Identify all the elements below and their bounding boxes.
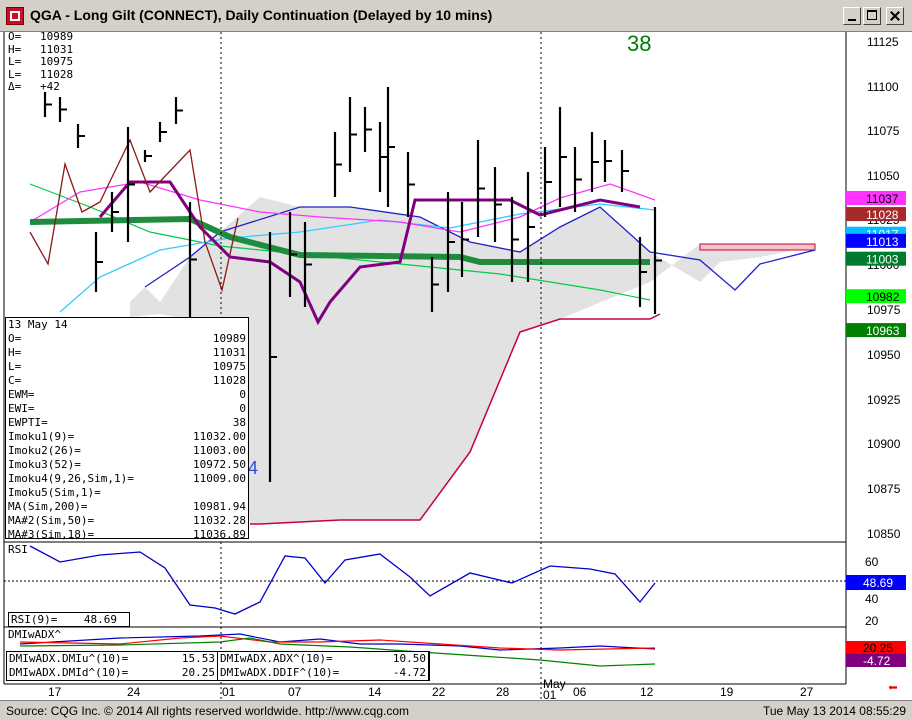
date-label: 07 [288, 685, 302, 699]
price-tag: 10963 [866, 324, 900, 338]
scroll-left-arrow-icon[interactable]: ⬅ [888, 680, 898, 696]
data-window-row: Imoku5(Sim,1)= [8, 486, 101, 499]
date-label: 01 [222, 685, 236, 699]
dmi-tag: -4.72 [863, 654, 891, 668]
data-window-row: Imoku2(26)= 11003.00 [8, 444, 246, 457]
date-label: 06 [573, 685, 587, 699]
app-icon [6, 7, 24, 25]
data-window-row: EWM= 0 [8, 388, 246, 401]
data-window-row: Imoku1(9)= 11032.00 [8, 430, 246, 443]
data-window-row: O= 10989 [8, 332, 246, 345]
data-window-row: MA#2(Sim,50)= 11032.28 [8, 514, 246, 527]
data-window-row: Imoku3(52)= 10972.50 [8, 458, 246, 471]
dmi-tag: 20.25 [863, 641, 893, 655]
data-window-row: L= 10975 [8, 360, 246, 373]
minimize-button[interactable] [843, 7, 861, 25]
dmi-values-box: DMIwADX.DMIu^(10)= 15.53 DMIwADX.ADX^(10)… [6, 651, 430, 681]
date-label: 27 [800, 685, 814, 699]
data-window-row: Imoku4(9,26,Sim,1)= 11009.00 [8, 472, 246, 485]
rsi-tag: 48.69 [863, 576, 893, 590]
data-window-row: MA(Sim,200)= 10981.94 [8, 500, 246, 513]
rsi-tick: 60 [865, 555, 879, 569]
price-tick: 10925 [867, 393, 901, 407]
title-bar: QGA - Long Gilt (CONNECT), Daily Continu… [0, 0, 912, 32]
rsi-value-box: RSI(9)= 48.69 [8, 612, 130, 627]
ohlc-readout: O= 10989 H= 11031 L= 10975 L= 11028 Δ= +42 [8, 30, 74, 93]
price-tick: 10900 [867, 437, 901, 451]
date-label: 28 [496, 685, 510, 699]
window-title: QGA - Long Gilt (CONNECT), Daily Continu… [30, 7, 493, 23]
date-label: 22 [432, 685, 446, 699]
price-tag: 11037 [866, 192, 899, 206]
price-tag: 11013 [866, 235, 899, 249]
price-tick: 11050 [867, 169, 900, 183]
status-source: Source: CQG Inc. © 2014 All rights reser… [6, 704, 410, 718]
data-window-date: 13 May 14 [8, 318, 68, 331]
ewpti-number: 38 [627, 31, 652, 56]
date-label: 01 [543, 688, 557, 700]
date-label: 17 [48, 685, 62, 699]
price-tag: 10982 [866, 290, 900, 304]
price-tick: 11075 [867, 124, 900, 138]
price-tag: 11003 [866, 253, 899, 267]
cloud-forward [699, 243, 816, 251]
rsi-line [29, 545, 656, 615]
price-tick: 11125 [867, 35, 899, 49]
dmi-title: DMIwADX^ [8, 628, 61, 641]
data-window-row: C= 11028 [8, 374, 246, 387]
rsi-tick: 20 [865, 614, 879, 628]
rsi-tick: 40 [865, 592, 879, 606]
price-tag: 11028 [866, 208, 899, 222]
date-label: 14 [368, 685, 382, 699]
price-tick: 10950 [867, 348, 901, 362]
rsi-title: RSI [8, 543, 28, 556]
data-window-row: EWPTI= 38 [8, 416, 246, 429]
data-window-row: MA#3(Sim,18)= 11036.89 [8, 528, 246, 541]
date-label: 24 [127, 685, 141, 699]
data-window-row: EWI= 0 [8, 402, 246, 415]
status-bar: Source: CQG Inc. © 2014 All rights reser… [0, 700, 912, 720]
price-tick: 10850 [867, 527, 901, 541]
close-button[interactable] [886, 7, 904, 25]
data-window-row: H= 11031 [8, 346, 246, 359]
data-window[interactable]: 13 May 14 O= 10989 H= 11031 L= 10975 C= 11028 EW… [5, 317, 249, 541]
price-tick: 11100 [867, 80, 899, 94]
date-label: 19 [720, 685, 734, 699]
maximize-button[interactable] [863, 7, 881, 25]
status-timestamp: Tue May 13 2014 08:55:29 [763, 704, 906, 718]
price-tick: 10875 [867, 482, 901, 496]
date-label: 12 [640, 685, 654, 699]
price-tick: 10975 [867, 303, 901, 317]
stray-label: 4 [248, 458, 258, 478]
